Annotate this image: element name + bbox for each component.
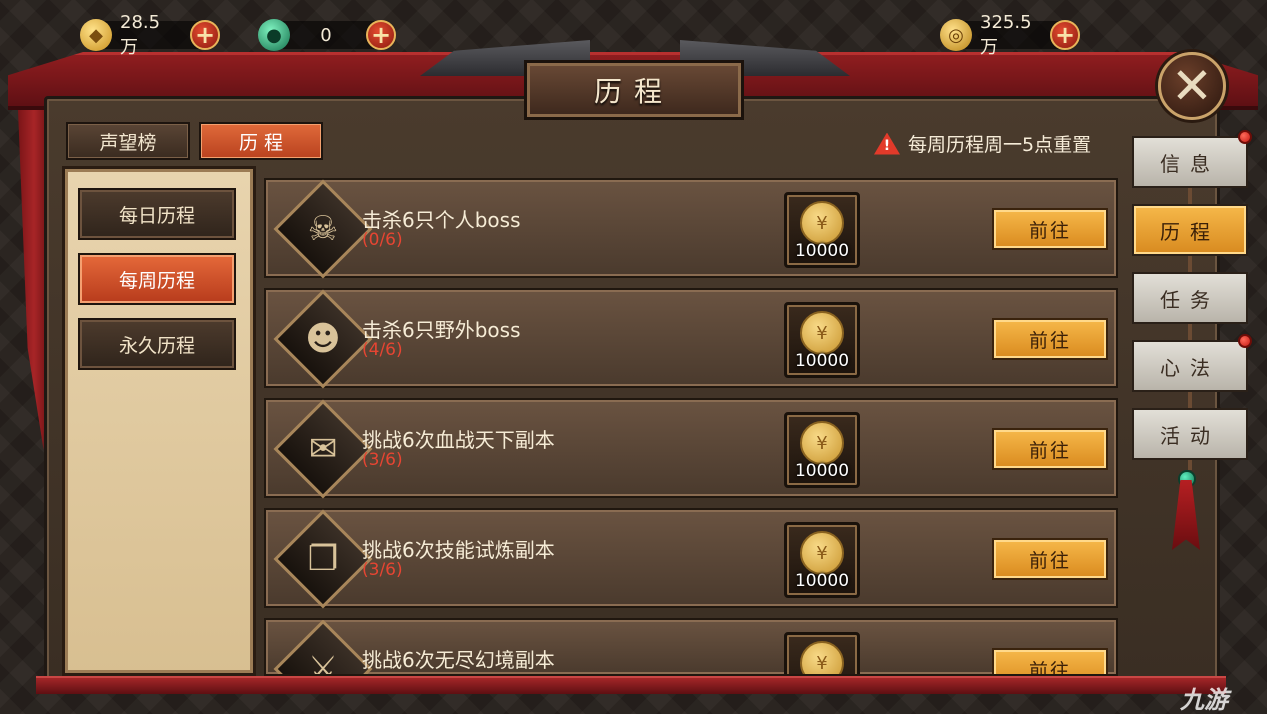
open-book-icon: ❐ [307,539,339,579]
page-title: 历程 [524,60,744,120]
reward-slot[interactable]: ¥ [784,632,860,674]
task-row: ☠ 击杀6只个人boss (0/6) ¥ 10000 前往 [264,178,1118,279]
add-gold-button[interactable]: + [190,20,220,50]
gold-ingot-icon: ◆ [80,19,112,51]
notification-dot [1238,130,1252,144]
coin-icon: ¥ [800,531,844,575]
currency-coin-value: 325.5万 [980,11,1032,58]
side-tab-mental-art[interactable]: 心法 [1132,340,1248,392]
go-button[interactable]: 前往 [992,208,1108,250]
add-coin-button[interactable]: + [1050,20,1080,50]
sub-tab-permanent[interactable]: 永久历程 [78,318,236,370]
notification-dot [1238,334,1252,348]
sub-tab-daily[interactable]: 每日历程 [78,188,236,240]
tab-journey[interactable]: 历 程 [199,122,323,160]
battle-scroll-icon: ✉ [308,429,338,469]
sub-tab-weekly[interactable]: 每周历程 [78,253,236,305]
bottom-rail [36,676,1226,694]
reward-slot[interactable]: ¥ 10000 [784,302,860,378]
reset-notice-text: 每周历程周一5点重置 [908,134,1092,156]
task-row: ☻ 击杀6只野外boss (4/6) ¥ 10000 前往 [264,288,1118,389]
coin-icon: ¥ [800,641,844,674]
task-progress: (4/6) [362,340,403,360]
task-title: 挑战6次无尽幻境副本 [362,648,555,672]
close-button[interactable]: ✕ [1158,52,1226,120]
reward-slot[interactable]: ¥ 10000 [784,192,860,268]
reward-slot[interactable]: ¥ 10000 [784,412,860,488]
reward-amount: 10000 [794,241,850,261]
sword-emblem-icon: ⚔ [307,649,339,676]
task-title: 击杀6只个人boss [362,208,521,232]
go-button[interactable]: 前往 [992,428,1108,470]
task-row: ⚔ 挑战6次无尽幻境副本 ¥ 前往 [264,618,1118,676]
currency-coin: ◎ 325.5万 + [940,12,1080,58]
task-title: 击杀6只野外boss [362,318,521,342]
go-button[interactable]: 前往 [992,538,1108,580]
sub-tab-panel [62,166,256,676]
warning-icon: ! [874,132,900,155]
coin-icon: ¥ [800,201,844,245]
side-tab-journey[interactable]: 历程 [1132,204,1248,256]
task-row: ❐ 挑战6次技能试炼副本 (3/6) ¥ 10000 前往 [264,508,1118,609]
currency-jade: ● 0 + [258,19,396,51]
currency-gold: ◆ 28.5万 + [80,12,220,58]
coin-icon: ◎ [940,19,972,51]
demon-mask-icon: ☠ [307,209,339,249]
task-row: ✉ 挑战6次血战天下副本 (3/6) ¥ 10000 前往 [264,398,1118,499]
coin-icon: ¥ [800,421,844,465]
add-jade-button[interactable]: + [366,20,396,50]
go-button[interactable]: 前往 [992,648,1108,674]
side-tab-info[interactable]: 信息 [1132,136,1248,188]
task-progress: (3/6) [362,450,403,470]
currency-gold-value: 28.5万 [120,11,161,58]
watermark-logo: 九游 [1180,686,1228,714]
task-progress: (0/6) [362,230,403,250]
task-title: 挑战6次血战天下副本 [362,428,555,452]
reward-amount: 10000 [794,461,850,481]
close-icon[interactable]: ✕ [1171,61,1213,111]
tab-reputation-rank[interactable]: 声望榜 [66,122,190,160]
reward-amount: 10000 [794,571,850,591]
jade-icon: ● [258,19,290,51]
task-progress: (3/6) [362,560,403,580]
reward-amount: 10000 [794,351,850,371]
currency-jade-value: 0 [320,24,332,46]
task-title: 挑战6次技能试炼副本 [362,538,555,562]
reward-slot[interactable]: ¥ 10000 [784,522,860,598]
reset-notice: ! 每周历程周一5点重置 [874,130,1091,157]
go-button[interactable]: 前往 [992,318,1108,360]
coin-icon: ¥ [800,311,844,355]
skull-helmet-icon: ☻ [305,319,341,359]
side-tab-events[interactable]: 活动 [1132,408,1248,460]
side-tab-quests[interactable]: 任务 [1132,272,1248,324]
